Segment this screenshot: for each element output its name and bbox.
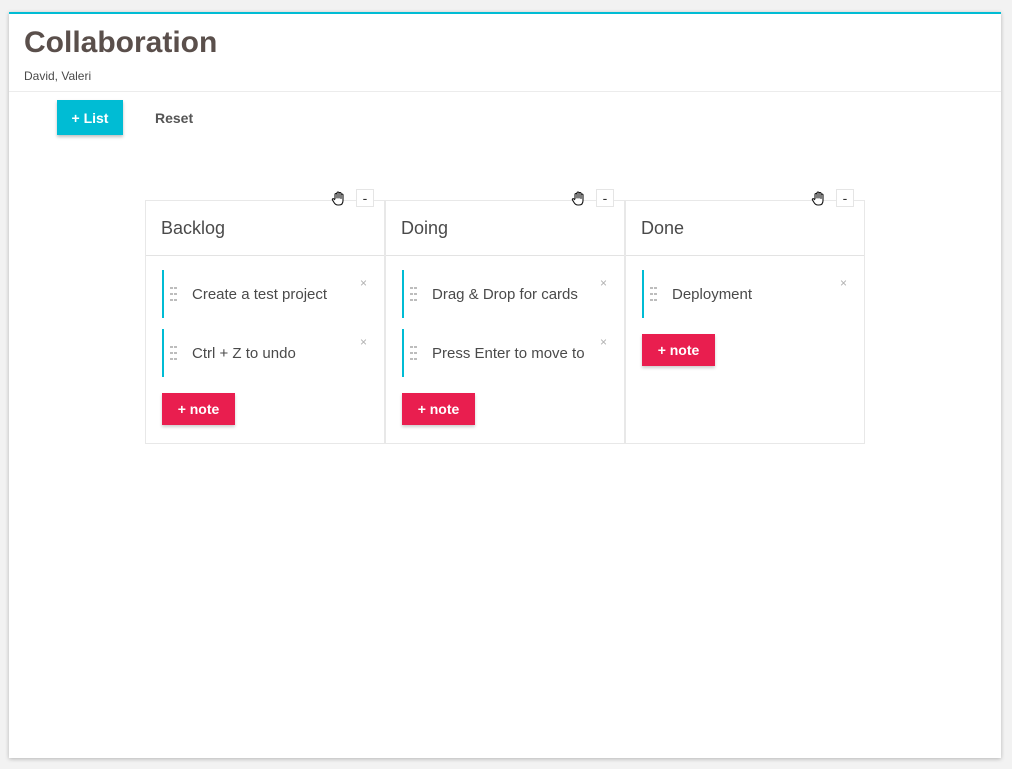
column-controls: - — [810, 189, 854, 207]
drag-handle-icon[interactable] — [170, 287, 178, 301]
column-doing: - Doing Drag & Drop for cards × Press En… — [385, 189, 625, 444]
column-body: Drag & Drop for cards × Press Enter to m… — [386, 256, 624, 440]
reset-button[interactable]: Reset — [155, 110, 193, 126]
hand-icon[interactable] — [810, 189, 828, 207]
note-card[interactable]: Create a test project × — [162, 270, 369, 318]
drag-handle-icon[interactable] — [410, 346, 418, 360]
close-icon[interactable]: × — [360, 335, 367, 349]
kanban-board: - Backlog Create a test project × Ctrl +… — [145, 188, 865, 444]
collaborators: David, Valeri — [24, 69, 92, 83]
hand-icon[interactable] — [330, 189, 348, 207]
close-icon[interactable]: × — [600, 276, 607, 290]
close-icon[interactable]: × — [840, 276, 847, 290]
note-card[interactable]: Press Enter to move to × — [402, 329, 609, 377]
note-text[interactable]: Drag & Drop for cards — [432, 286, 578, 303]
column-body: Create a test project × Ctrl + Z to undo… — [146, 256, 384, 440]
column-controls: - — [570, 189, 614, 207]
collapse-column-button[interactable]: - — [836, 189, 854, 207]
app-window: Collaboration David, Valeri + List Reset… — [9, 12, 1001, 758]
column-body: Deployment × + note — [626, 256, 864, 381]
note-text[interactable]: Deployment — [672, 286, 752, 303]
drag-handle-icon[interactable] — [650, 287, 658, 301]
add-note-button[interactable]: + note — [642, 334, 715, 366]
note-card[interactable]: Drag & Drop for cards × — [402, 270, 609, 318]
header: Collaboration David, Valeri — [9, 14, 1001, 92]
close-icon[interactable]: × — [600, 335, 607, 349]
column-controls: - — [330, 189, 374, 207]
collapse-column-button[interactable]: - — [356, 189, 374, 207]
drag-handle-icon[interactable] — [410, 287, 418, 301]
column-title[interactable]: Backlog — [146, 201, 384, 256]
collapse-column-button[interactable]: - — [596, 189, 614, 207]
note-text[interactable]: Create a test project — [192, 286, 327, 303]
note-card[interactable]: Deployment × — [642, 270, 849, 318]
toolbar: + List Reset — [57, 100, 193, 135]
note-text[interactable]: Press Enter to move to — [432, 345, 585, 362]
note-text[interactable]: Ctrl + Z to undo — [192, 345, 296, 362]
column-done: - Done Deployment × + note — [625, 189, 865, 444]
column-title[interactable]: Doing — [386, 201, 624, 256]
page-title: Collaboration — [24, 26, 218, 59]
add-note-button[interactable]: + note — [162, 393, 235, 425]
note-card[interactable]: Ctrl + Z to undo × — [162, 329, 369, 377]
close-icon[interactable]: × — [360, 276, 367, 290]
add-list-button[interactable]: + List — [57, 100, 123, 135]
column-title[interactable]: Done — [626, 201, 864, 256]
drag-handle-icon[interactable] — [170, 346, 178, 360]
column-backlog: - Backlog Create a test project × Ctrl +… — [145, 189, 385, 444]
add-note-button[interactable]: + note — [402, 393, 475, 425]
hand-icon[interactable] — [570, 189, 588, 207]
